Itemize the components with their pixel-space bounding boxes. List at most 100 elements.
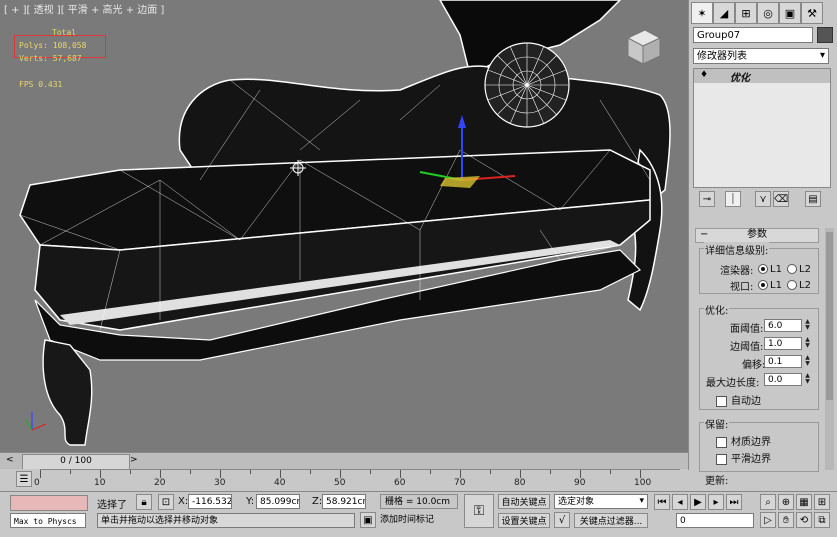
optimize-group: 优化: 面阈值: 6.0 ▲ ▼ 边阈值: 1.0 ▲ ▼ 偏移: 0.1 ▲ ▼ 最… [699,302,819,410]
key-filters-button[interactable]: 关键点过滤器... [574,513,648,528]
show-end-result-icon[interactable]: ⏐ [725,191,741,207]
max-edge-input[interactable]: 0.0 [764,373,802,386]
display-tab-icon[interactable]: ▣ [779,2,801,24]
max-edge-spinner-icon[interactable]: ▲ ▼ [804,373,811,385]
maxscript-input[interactable]: Max to Physcs ( [10,513,86,528]
face-threshold-label: 面阈值: [730,324,764,335]
zoom-all-icon[interactable]: ⊕ [778,494,794,510]
next-frame-icon[interactable]: ▸ [708,494,724,510]
pan-hand-icon[interactable]: ✋︎ [778,512,794,528]
stats-fps: FPS 0.431 [19,80,63,89]
field-of-view-icon[interactable]: ▷ [760,512,776,528]
ruler-tick [400,470,401,478]
playback-controls: ⏮ ◂ ▶ ▸ ⏭ [654,494,760,510]
command-panel-tabs: ✶ ◢ ⊞ ◎ ▣ ⚒ [689,2,837,24]
time-slider-frame-label: 0 / 100 [60,456,92,466]
remove-modifier-icon[interactable]: ⌫ [773,191,789,207]
pin-stack-icon[interactable]: ⊸ [699,191,715,207]
ruler-tick [460,470,461,478]
selection-set-dropdown[interactable]: 选定对象 ▾ [554,494,648,509]
create-tab-icon[interactable]: ✶ [691,2,713,24]
zoom-extents-icon[interactable]: ▦ [796,494,812,510]
mini-curve-editor-icon[interactable]: ☰ [16,471,32,487]
auto-edge-checkbox[interactable]: 自动边 [716,392,761,407]
orbit-icon[interactable]: ⟲ [796,512,812,528]
ruler-tick [220,470,221,478]
add-time-tag-button[interactable]: 添加时间标记 [380,513,460,528]
modify-tab-icon[interactable]: ◢ [713,2,735,24]
ruler-tick-label: 50 [334,478,346,488]
z-coordinate-input[interactable]: 58.921cm [322,494,366,509]
stack-item-optimize[interactable]: ♦ 优化 [694,69,830,84]
lightbulb-icon[interactable]: ♦ [700,70,708,80]
go-to-start-icon[interactable]: ⏮ [654,494,670,510]
track-ruler: 0 10 20 30 40 50 60 70 80 90 100 [34,469,680,492]
object-color-swatch[interactable] [817,27,833,43]
ruler-tick [100,470,101,478]
ruler-tick-label: 10 [94,478,106,488]
selection-lock-icon[interactable]: 🔒︎ [136,494,152,510]
face-threshold-input[interactable]: 6.0 [764,319,802,332]
configure-sets-icon[interactable]: ▤ [805,191,821,207]
bias-input[interactable]: 0.1 [764,355,802,368]
object-name-field[interactable]: Group07 [693,27,813,43]
time-prev-icon[interactable]: < [6,455,14,465]
panel-scrollbar[interactable] [825,228,834,470]
zoom-icon[interactable]: ⌕ [760,494,776,510]
renderer-l2-radio[interactable]: L2 [787,262,811,275]
absolute-mode-icon[interactable]: ⊡ [158,494,174,510]
time-slider-thumb[interactable]: 0 / 100 [22,454,130,470]
panel-scroll-thumb[interactable] [826,232,833,400]
bias-spinner-icon[interactable]: ▲ ▼ [804,355,811,367]
renderer-label: 渲染器: [720,266,754,277]
parameters-rollout-header[interactable]: − 参数 [695,228,819,243]
y-label: Y: [246,496,255,507]
make-unique-icon[interactable]: ⋎ [755,191,771,207]
key-curve-icon[interactable]: √ [554,512,570,528]
ruler-tick [250,470,251,474]
time-slider-track[interactable]: < 0 / 100 > [0,452,688,470]
update-label: 更新: [705,476,729,487]
modifier-list-label: 修改器列表 [697,51,747,62]
bias-label: 偏移: [742,360,766,371]
ruler-tick [310,470,311,474]
modifier-list-dropdown[interactable]: 修改器列表 ▾ [693,48,829,64]
face-threshold-spinner-icon[interactable]: ▲ ▼ [804,319,811,331]
set-key-mode-key-icon[interactable]: ⚿ [464,494,494,528]
time-next-icon[interactable]: > [130,455,138,465]
stats-polys: Polys: 108,058 [19,41,87,50]
viewport-l1-radio[interactable]: L1 [758,278,782,291]
renderer-l1-radio[interactable]: L1 [758,262,782,275]
maxscript-listener-pink[interactable] [10,495,88,511]
previous-frame-icon[interactable]: ◂ [672,494,688,510]
ruler-tick [160,470,161,478]
time-tag-icon[interactable]: ▣ [360,512,376,528]
utilities-tab-icon[interactable]: ⚒ [801,2,823,24]
auto-key-button[interactable]: 自动关键点 [498,494,550,509]
ruler-tick [490,470,491,474]
maximize-viewport-icon[interactable]: ⧉ [814,512,830,528]
x-coordinate-input[interactable]: -116.532cm [188,494,232,509]
zoom-extents-all-icon[interactable]: ⊞ [814,494,830,510]
hierarchy-tab-icon[interactable]: ⊞ [735,2,757,24]
z-label: Z: [312,496,323,507]
viewport-l2-radio[interactable]: L2 [787,278,811,291]
ruler-tick [40,470,41,478]
edge-threshold-spinner-icon[interactable]: ▲ ▼ [804,337,811,349]
material-boundaries-checkbox[interactable]: 材质边界 [716,433,771,448]
collapse-icon: − [700,229,709,240]
x-label: X: [178,496,189,507]
play-icon[interactable]: ▶ [690,494,706,510]
current-frame-input[interactable]: 0 [676,513,754,528]
perspective-viewport[interactable]: [ + ][ 透视 ][ 平滑 + 高光 + 边面 ] Total Polys:… [0,0,688,452]
viewport-label[interactable]: [ + ][ 透视 ][ 平滑 + 高光 + 边面 ] [4,1,164,16]
ruler-tick [280,470,281,478]
motion-tab-icon[interactable]: ◎ [757,2,779,24]
edge-threshold-input[interactable]: 1.0 [764,337,802,350]
smooth-boundaries-checkbox[interactable]: 平滑边界 [716,450,771,465]
y-coordinate-input[interactable]: 85.099cm [256,494,300,509]
track-bar[interactable]: ☰ 0 10 20 30 40 50 60 70 80 90 100 [0,469,688,491]
viewcube-icon[interactable] [626,29,662,65]
go-to-end-icon[interactable]: ⏭ [726,494,742,510]
set-key-button[interactable]: 设置关键点 [498,513,550,528]
